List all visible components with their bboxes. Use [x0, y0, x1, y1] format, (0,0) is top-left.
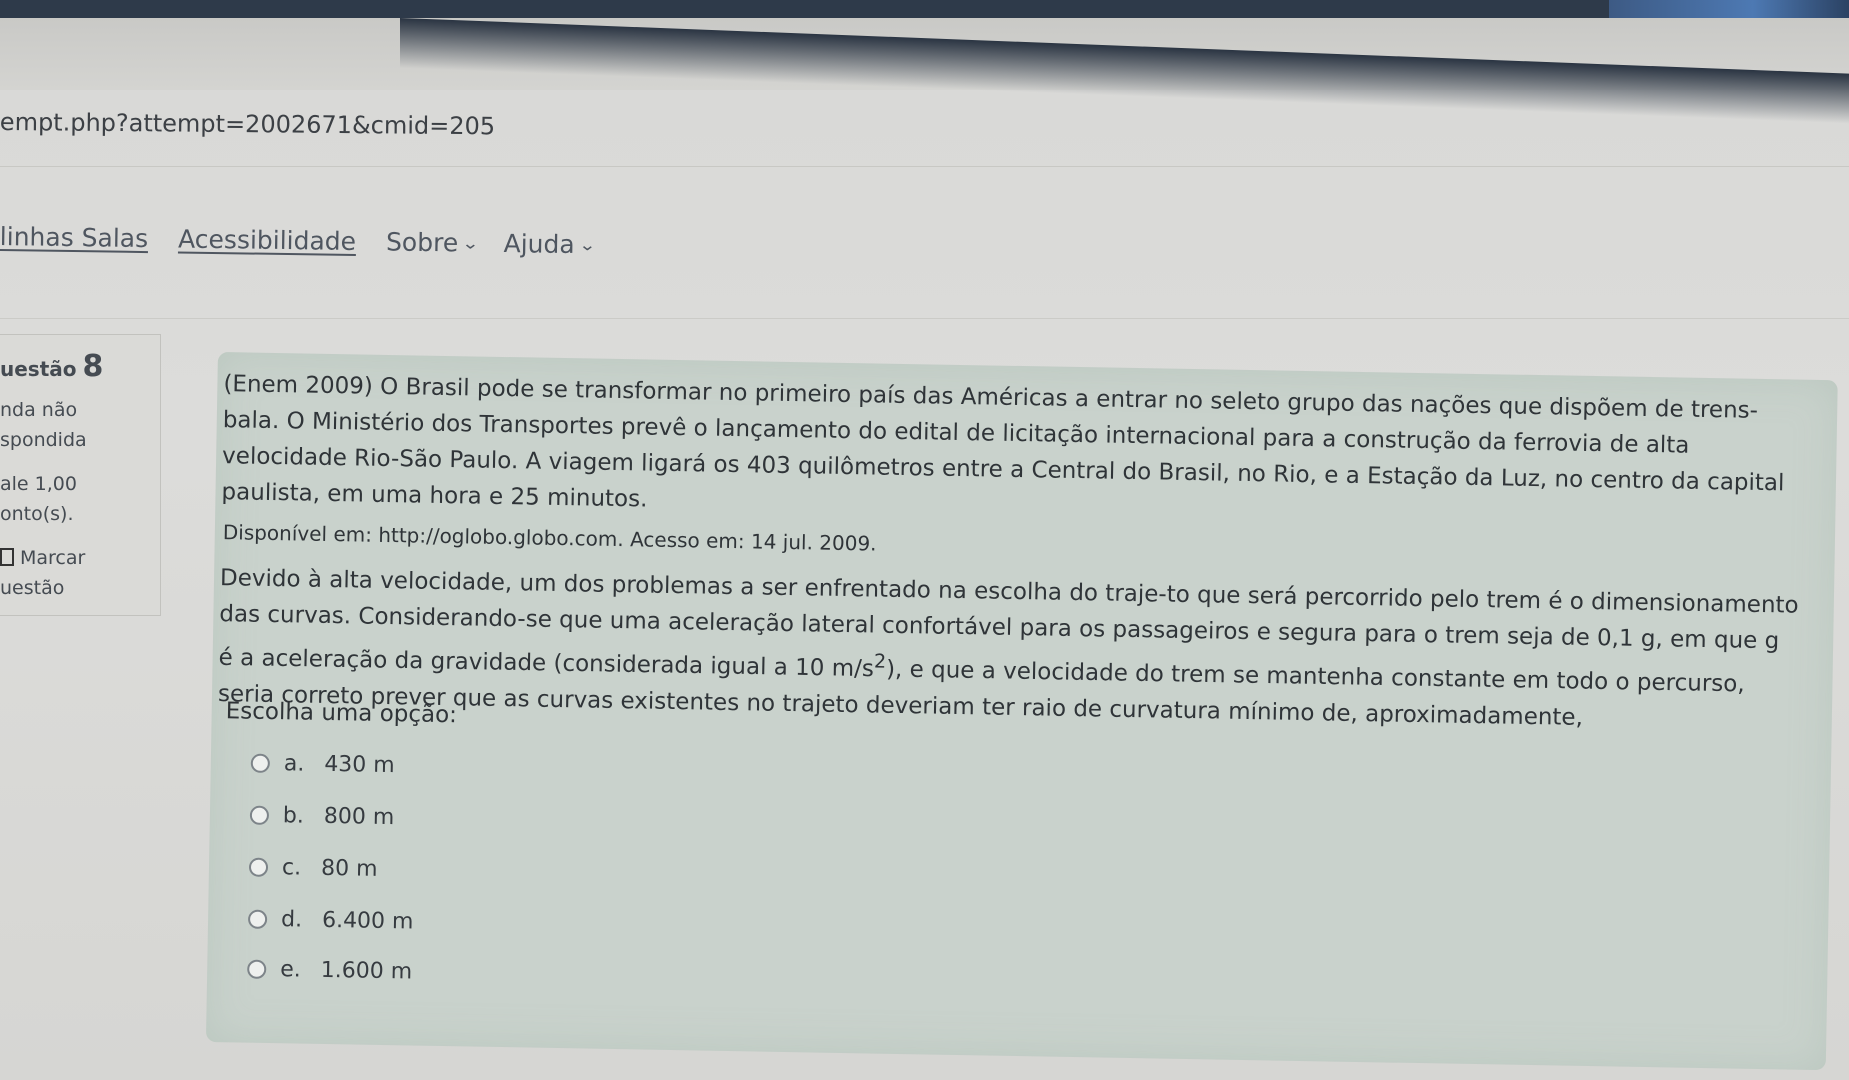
status-line: spondida: [0, 429, 87, 451]
chevron-down-icon: ⌄: [578, 235, 597, 255]
url-text: empt.php?attempt=2002671&cmid=205: [0, 108, 496, 141]
answer-option-a[interactable]: a. 430 m: [250, 751, 395, 779]
address-bar-url[interactable]: empt.php?attempt=2002671&cmid=205: [0, 108, 495, 140]
monitor-bezel: [0, 0, 1849, 18]
grade-line: ale 1,00: [0, 473, 77, 495]
nav-link-acessibilidade[interactable]: Acessibilidade: [178, 224, 356, 255]
radio-button[interactable]: [247, 959, 267, 979]
option-text: 800 m: [323, 803, 395, 831]
answer-option-c[interactable]: c. 80 m: [248, 855, 378, 882]
radio-button[interactable]: [250, 753, 270, 773]
nav-dropdown-sobre[interactable]: Sobre ⌄: [385, 227, 480, 258]
nav-dropdown-label: Sobre: [385, 227, 459, 258]
radio-button[interactable]: [248, 857, 269, 877]
superscript-exponent: 2: [873, 649, 887, 673]
points-line: onto(s).: [0, 503, 74, 525]
answer-option-e[interactable]: e. 1.600 m: [247, 957, 413, 985]
option-letter: c.: [281, 855, 302, 881]
option-letter: d.: [280, 907, 303, 933]
option-letter: a.: [283, 751, 305, 777]
option-letter: e.: [280, 957, 301, 983]
answer-prompt: Escolha uma opção:: [225, 698, 458, 729]
nav-dropdown-label: Ajuda: [503, 229, 575, 260]
flag-label-cont: uestão: [0, 577, 65, 599]
answer-option-d[interactable]: d. 6.400 m: [247, 907, 414, 935]
option-text: 1.600 m: [320, 957, 413, 985]
option-text: 6.400 m: [321, 907, 414, 935]
top-navigation: linhas Salas Acessibilidade Sobre ⌄ Ajud…: [0, 222, 620, 260]
radio-button[interactable]: [249, 805, 270, 825]
question-number-heading: uestão 8: [0, 349, 103, 384]
radio-button[interactable]: [247, 909, 268, 929]
flag-label: Marcar: [20, 547, 86, 569]
browser-chrome-shadow: [0, 18, 1849, 90]
flag-question-toggle[interactable]: Marcar: [0, 547, 85, 569]
nav-link-salas[interactable]: linhas Salas: [0, 222, 148, 253]
nav-dropdown-ajuda[interactable]: Ajuda ⌄: [503, 229, 597, 260]
question-paragraph: (Enem 2009) O Brasil pode se transformar…: [221, 371, 1785, 513]
status-line: nda não: [0, 399, 78, 421]
question-info-panel: uestão 8 nda não spondida ale 1,00 onto(s…: [0, 334, 161, 616]
divider: [0, 166, 1849, 167]
question-text: (Enem 2009) O Brasil pode se transformar…: [218, 366, 1804, 739]
option-text: 80 m: [320, 855, 378, 882]
chevron-down-icon: ⌄: [462, 233, 480, 253]
divider: [0, 318, 1849, 319]
answer-option-b[interactable]: b. 800 m: [249, 803, 395, 831]
question-title-prefix: uestão: [0, 357, 77, 381]
option-letter: b.: [282, 803, 305, 829]
question-card: (Enem 2009) O Brasil pode se transformar…: [205, 352, 1838, 1071]
flag-icon: [0, 548, 14, 566]
question-number: 8: [82, 349, 104, 384]
option-text: 430 m: [324, 751, 395, 779]
